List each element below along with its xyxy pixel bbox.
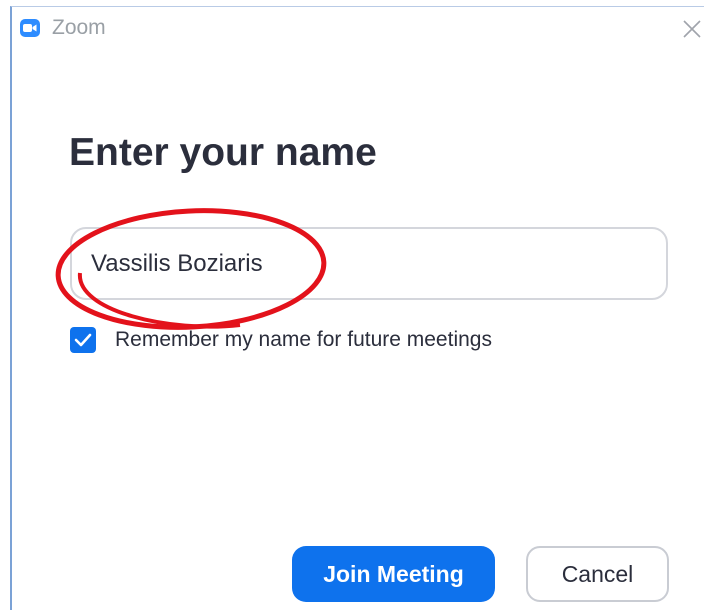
remember-name-option: Remember my name for future meetings: [70, 326, 492, 354]
cancel-button[interactable]: Cancel: [526, 546, 669, 602]
page-title: Enter your name: [69, 131, 377, 174]
name-input[interactable]: [70, 227, 668, 300]
remember-name-checkbox[interactable]: [70, 327, 96, 353]
window-title: Zoom: [52, 16, 106, 39]
zoom-window: Zoom Enter your name Remember my name fo…: [10, 6, 704, 610]
join-meeting-button[interactable]: Join Meeting: [292, 546, 495, 602]
remember-name-label: Remember my name for future meetings: [115, 328, 492, 351]
close-icon[interactable]: [680, 17, 704, 41]
title-bar: Zoom: [12, 7, 704, 47]
zoom-camera-icon: [20, 19, 40, 37]
check-icon: [74, 333, 92, 347]
